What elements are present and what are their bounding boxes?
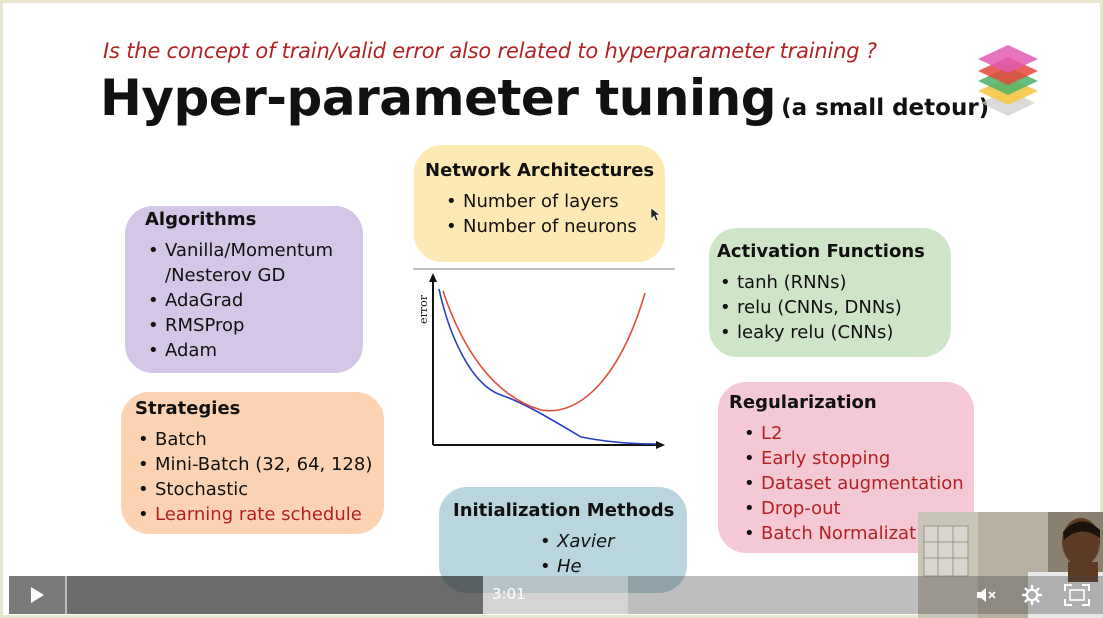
slide-title-main: Hyper-parameter tuning xyxy=(100,69,777,127)
list-item: Xavier xyxy=(537,529,677,554)
network-heading: Network Architectures xyxy=(425,160,655,181)
list-item: Stochastic xyxy=(135,477,374,502)
play-icon xyxy=(31,587,44,603)
list-item: tanh (RNNs) xyxy=(717,270,943,295)
settings-button[interactable] xyxy=(1015,576,1049,614)
x-axis-arrow-icon xyxy=(656,441,665,449)
fullscreen-icon xyxy=(1064,584,1090,606)
list-item: Learning rate schedule xyxy=(135,502,374,527)
list-item: Vanilla/Momentum /Nesterov GD xyxy=(145,238,353,288)
list-item: Early stopping xyxy=(741,446,966,471)
training-error-curve xyxy=(438,288,657,445)
layers-logo-icon xyxy=(978,45,1038,116)
algorithms-list: Vanilla/Momentum /Nesterov GD AdaGrad RM… xyxy=(145,238,353,363)
error-curve-plot: error xyxy=(413,268,675,449)
algorithms-box: Algorithms Vanilla/Momentum /Nesterov GD… xyxy=(125,206,363,373)
seek-bar-played xyxy=(67,576,483,614)
volume-muted-icon xyxy=(977,588,996,602)
y-axis-arrow-icon xyxy=(429,273,437,282)
list-item: RMSProp xyxy=(145,313,353,338)
list-item: Mini-Batch (32, 64, 128) xyxy=(135,452,374,477)
list-item: Adam xyxy=(145,338,353,363)
strategies-heading: Strategies xyxy=(135,398,241,419)
network-list: Number of layers Number of neurons xyxy=(443,189,653,239)
list-item: Number of layers xyxy=(443,189,653,214)
video-control-bar: 3:01 xyxy=(9,576,1103,614)
list-item: AdaGrad xyxy=(145,288,353,313)
list-item: L2 xyxy=(741,421,966,446)
strategies-box: Strategies Batch Mini-Batch (32, 64, 128… xyxy=(121,392,384,534)
strategies-list: Batch Mini-Batch (32, 64, 128) Stochasti… xyxy=(135,427,374,527)
settings-gear-icon xyxy=(1021,584,1043,606)
slide-question: Is the concept of train/valid error also… xyxy=(103,39,877,63)
slide-title-subtitle: (a small detour) xyxy=(781,95,990,121)
regularization-heading: Regularization xyxy=(729,392,877,413)
mouse-cursor-icon xyxy=(651,208,661,222)
seek-bar[interactable]: 3:01 xyxy=(67,576,917,614)
initialization-list: Xavier He xyxy=(537,529,677,579)
mute-button[interactable] xyxy=(971,576,1003,614)
list-item: leaky relu (CNNs) xyxy=(717,320,943,345)
play-button[interactable] xyxy=(9,576,65,614)
list-item: relu (CNNs, DNNs) xyxy=(717,295,943,320)
list-item: Batch xyxy=(135,427,374,452)
list-item: Dataset augmentation xyxy=(741,471,966,496)
list-item: Number of neurons xyxy=(443,214,653,239)
initialization-heading: Initialization Methods xyxy=(453,500,675,521)
algorithms-heading: Algorithms xyxy=(145,209,257,230)
activation-list: tanh (RNNs) relu (CNNs, DNNs) leaky relu… xyxy=(717,270,943,345)
network-architectures-box: Network Architectures Number of layers N… xyxy=(414,145,665,262)
y-axis-label: error xyxy=(417,294,430,324)
fullscreen-button[interactable] xyxy=(1059,576,1095,614)
validation-error-curve xyxy=(442,290,646,412)
activation-heading: Activation Functions xyxy=(717,241,925,262)
activation-functions-box: Activation Functions tanh (RNNs) relu (C… xyxy=(709,228,951,357)
current-time: 3:01 xyxy=(492,585,526,603)
slide-title: Hyper-parameter tuning (a small detour) xyxy=(100,69,989,127)
